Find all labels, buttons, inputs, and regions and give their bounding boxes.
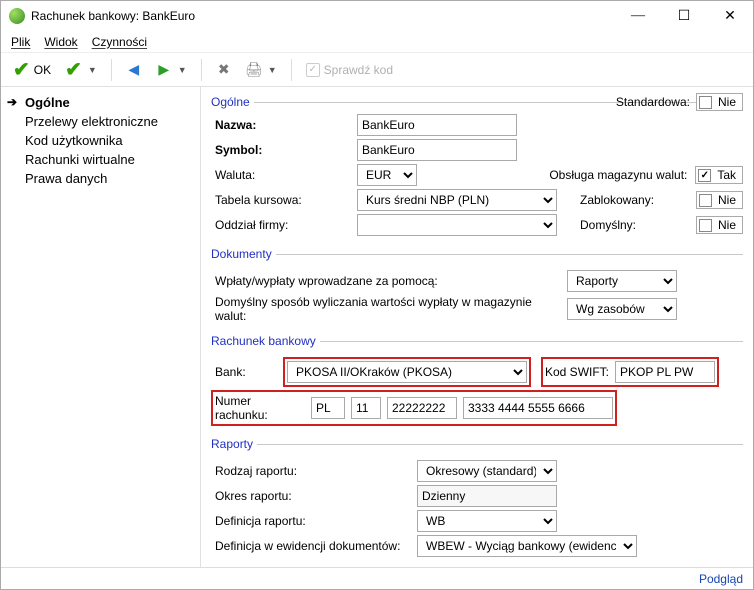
swift-highlight-box: Kod SWIFT:: [541, 357, 719, 387]
symbol-input[interactable]: [357, 139, 517, 161]
gear-icon: ✖: [216, 62, 232, 78]
waluta-label: Waluta:: [211, 168, 351, 182]
iban-bank-input[interactable]: [387, 397, 457, 419]
defew-select[interactable]: WBEW - Wyciąg bankowy (ewidencja): [417, 535, 637, 557]
sidebar-item-prawa[interactable]: Prawa danych: [1, 169, 200, 188]
check-code-label: Sprawdź kod: [324, 63, 393, 77]
section-raporty: Raporty Rodzaj raportu: Okresowy (standa…: [211, 437, 743, 564]
legend-rachunek: Rachunek bankowy: [211, 334, 320, 348]
wplaty-select[interactable]: Raporty: [567, 270, 677, 292]
magazyn-checkbox[interactable]: Tak: [695, 166, 743, 184]
close-button[interactable]: ✕: [707, 1, 753, 31]
menu-actions[interactable]: Czynności: [92, 35, 147, 49]
main-panel: Ogólne Standardowa: Nie Nazwa: Symbol:: [201, 87, 753, 567]
nazwa-input[interactable]: [357, 114, 517, 136]
ok-label: OK: [34, 63, 51, 77]
sidebar-item-rachunki[interactable]: Rachunki wirtualne: [1, 150, 200, 169]
toolbar-separator: [291, 59, 292, 81]
nazwa-label: Nazwa:: [211, 118, 351, 132]
wplaty-label: Wpłaty/wypłaty wprowadzane za pomocą:: [211, 274, 561, 288]
app-icon: [9, 8, 25, 24]
menu-file[interactable]: Plik: [11, 35, 30, 49]
checkbox-icon: [699, 219, 712, 232]
zablokowany-checkbox[interactable]: Nie: [696, 191, 743, 209]
maximize-button[interactable]: ☐: [661, 1, 707, 31]
section-ogolne: Ogólne Standardowa: Nie Nazwa: Symbol:: [211, 95, 743, 243]
bank-highlight-box: PKOSA II/OKraków (PKOSA): [283, 357, 531, 387]
zablokowany-label: Zablokowany:: [580, 193, 690, 207]
menubar: Plik Widok Czynności: [1, 31, 753, 53]
domyslny-label: Domyślny:: [580, 218, 690, 232]
sidebar-item-przelewy[interactable]: Przelewy elektroniczne: [1, 112, 200, 131]
back-arrow-icon: ◀: [126, 62, 142, 78]
nav-forward-button[interactable]: ▶ ▼: [152, 60, 191, 80]
iban-account-input[interactable]: [463, 397, 613, 419]
sidebar-item-ogolne[interactable]: Ogólne: [1, 93, 200, 112]
check-code-button[interactable]: ✓ Sprawdź kod: [306, 63, 393, 77]
ok-check-icon: ✔: [13, 57, 30, 82]
account-number-highlight-box: Numer rachunku:: [211, 390, 617, 426]
print-button[interactable]: 🖨 ▼: [242, 60, 281, 80]
check-icon: ✓: [306, 63, 320, 77]
sidebar-item-kod[interactable]: Kod użytkownika: [1, 131, 200, 150]
checkbox-icon: [698, 169, 711, 182]
definicja-label: Definicja raportu:: [211, 514, 411, 528]
tabela-label: Tabela kursowa:: [211, 193, 351, 207]
sidebar: Ogólne Przelewy elektroniczne Kod użytko…: [1, 87, 201, 567]
rodzaj-select[interactable]: Okresowy (standard): [417, 460, 557, 482]
app-window: Rachunek bankowy: BankEuro — ☐ ✕ Plik Wi…: [0, 0, 754, 590]
waluta-select[interactable]: EUR: [357, 164, 417, 186]
rodzaj-label: Rodzaj raportu:: [211, 464, 411, 478]
preview-link[interactable]: Podgląd: [699, 572, 743, 586]
sposob-select[interactable]: Wg zasobów: [567, 298, 677, 320]
magazyn-label: Obsługa magazynu walut:: [549, 168, 689, 182]
chevron-down-icon: ▼: [88, 65, 97, 75]
okres-input[interactable]: [417, 485, 557, 507]
standard-label: Standardowa:: [610, 95, 690, 109]
content-area: Ogólne Przelewy elektroniczne Kod użytko…: [1, 87, 753, 567]
chevron-down-icon: ▼: [268, 65, 277, 75]
checkbox-icon: [699, 96, 712, 109]
titlebar: Rachunek bankowy: BankEuro — ☐ ✕: [1, 1, 753, 31]
swift-input[interactable]: [615, 361, 715, 383]
nav-back-button[interactable]: ◀: [122, 60, 146, 80]
toolbar: ✔ OK ✔ ▼ ◀ ▶ ▼ ✖ 🖨 ▼ ✓ Sprawdź kod: [1, 53, 753, 87]
defew-label: Definicja w ewidencji dokumentów:: [211, 539, 411, 553]
settings-button[interactable]: ✖: [212, 60, 236, 80]
section-rachunek: Rachunek bankowy Bank: PKOSA II/OKraków …: [211, 334, 743, 433]
toolbar-separator: [201, 59, 202, 81]
window-title: Rachunek bankowy: BankEuro: [31, 9, 615, 23]
confirm-dropdown-button[interactable]: ✔ ▼: [61, 55, 101, 84]
iban-check-input[interactable]: [351, 397, 381, 419]
forward-arrow-icon: ▶: [156, 62, 172, 78]
toolbar-separator: [111, 59, 112, 81]
section-dokumenty: Dokumenty Wpłaty/wypłaty wprowadzane za …: [211, 247, 743, 330]
ok-button[interactable]: ✔ OK: [9, 55, 55, 84]
tabela-select[interactable]: Kurs średni NBP (PLN): [357, 189, 557, 211]
chevron-down-icon: ▼: [178, 65, 187, 75]
swift-label: Kod SWIFT:: [545, 365, 609, 379]
oddzial-select[interactable]: [357, 214, 557, 236]
bank-label: Bank:: [211, 365, 277, 379]
symbol-label: Symbol:: [211, 143, 351, 157]
ok-check-icon-2: ✔: [65, 57, 82, 82]
iban-country-input[interactable]: [311, 397, 345, 419]
minimize-button[interactable]: —: [615, 1, 661, 31]
bank-select[interactable]: PKOSA II/OKraków (PKOSA): [287, 361, 527, 383]
legend-ogolne: Ogólne: [211, 95, 254, 109]
printer-icon: 🖨: [246, 62, 262, 78]
checkbox-icon: [699, 194, 712, 207]
standard-checkbox[interactable]: Nie: [696, 93, 743, 111]
legend-raporty: Raporty: [211, 437, 257, 451]
statusbar: Podgląd: [1, 567, 753, 589]
okres-label: Okres raportu:: [211, 489, 411, 503]
domyslny-checkbox[interactable]: Nie: [696, 216, 743, 234]
definicja-select[interactable]: WB: [417, 510, 557, 532]
sposob-label: Domyślny sposób wyliczania wartości wypł…: [211, 295, 561, 323]
numer-label: Numer rachunku:: [215, 394, 305, 422]
menu-view[interactable]: Widok: [44, 35, 77, 49]
oddzial-label: Oddział firmy:: [211, 218, 351, 232]
legend-dokumenty: Dokumenty: [211, 247, 276, 261]
